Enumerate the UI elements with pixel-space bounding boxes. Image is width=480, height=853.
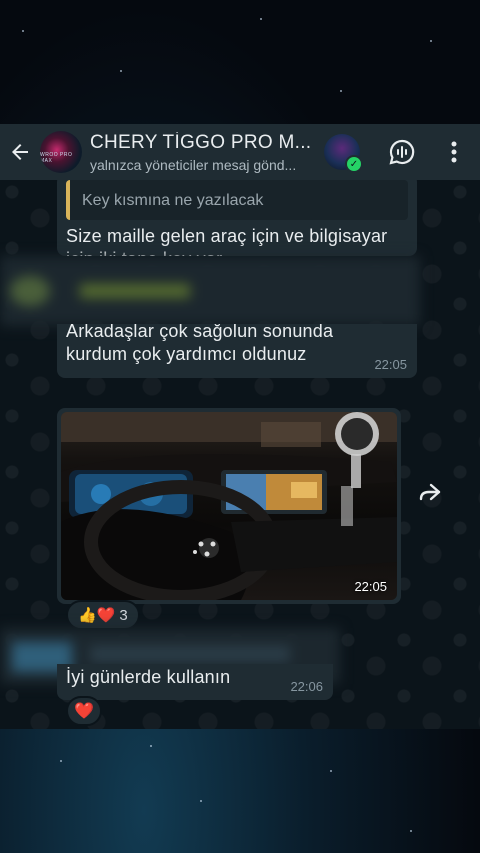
heart-icon: ❤️: [74, 703, 94, 720]
message-bubble-text[interactable]: İyi günlerde kullanın 22:06: [57, 664, 333, 700]
forward-icon[interactable]: [414, 476, 446, 508]
chat-window: WROO PRO MAX CHERY TİGGO PRO M... yalnız…: [0, 124, 480, 729]
message-text-line2: kurdum çok yardımcı oldunuz: [66, 344, 307, 364]
group-avatar-text: WROO PRO MAX: [40, 152, 73, 164]
chat-subtitle: yalnızca yöneticiler mesaj gönd...: [90, 156, 297, 173]
chat-header[interactable]: WROO PRO MAX CHERY TİGGO PRO M... yalnız…: [0, 124, 480, 180]
voice-chat-icon[interactable]: [384, 134, 420, 170]
chat-title-block[interactable]: CHERY TİGGO PRO M... yalnızca yöneticile…: [90, 132, 316, 173]
reactions-pill[interactable]: 👍❤️ 3: [66, 600, 140, 630]
chat-title: CHERY TİGGO PRO M...: [90, 131, 312, 153]
quoted-message[interactable]: Key kısmına ne yazılacak: [66, 180, 408, 220]
message-time: 22:05: [374, 357, 407, 372]
group-avatar[interactable]: WROO PRO MAX: [40, 131, 82, 173]
message-text: Size maille gelen araç için ve bilgisaya…: [66, 226, 388, 256]
reaction-emojis: 👍❤️: [78, 607, 116, 624]
blurred-sender-info: [0, 256, 420, 326]
check-icon: ✓: [345, 155, 363, 173]
message-text: İyi günlerde kullanın: [66, 667, 231, 687]
car-interior-photo[interactable]: 22:05: [61, 412, 397, 600]
message-text-line1: Arkadaşlar çok sağolun sonunda: [66, 324, 334, 341]
heart-reaction[interactable]: ❤️: [66, 696, 102, 726]
more-vertical-icon[interactable]: [436, 134, 472, 170]
reaction-count: 3: [119, 606, 128, 624]
message-bubble-text[interactable]: Arkadaşlar çok sağolun sonunda kurdum ço…: [57, 324, 417, 378]
message-bubble-reply[interactable]: Key kısmına ne yazılacak Size maille gel…: [57, 174, 417, 256]
image-time: 22:05: [354, 579, 387, 594]
community-avatar[interactable]: ✓: [324, 134, 363, 173]
image-message-bubble[interactable]: 22:05: [57, 408, 401, 604]
message-time: 22:06: [290, 679, 323, 694]
arrow-left-icon[interactable]: [0, 124, 40, 180]
